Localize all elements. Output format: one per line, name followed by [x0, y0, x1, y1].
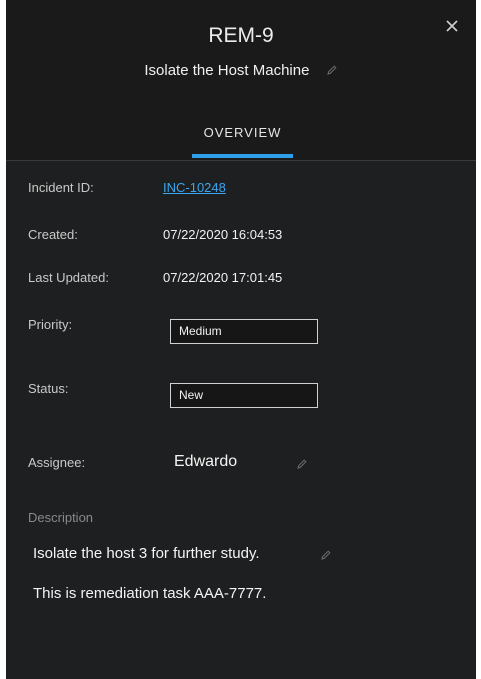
tab-overview[interactable]: OVERVIEW: [192, 125, 293, 140]
task-id-heading: REM-9: [208, 24, 274, 47]
task-title: Isolate the Host Machine: [144, 62, 310, 79]
status-label: Status:: [28, 381, 69, 396]
incident-id-label: Incident ID:: [28, 180, 94, 195]
incident-id-link[interactable]: INC-10248: [163, 180, 226, 195]
assignee-label: Assignee:: [28, 455, 86, 470]
close-button[interactable]: [442, 16, 462, 36]
task-title-row: Isolate the Host Machine: [6, 62, 476, 80]
created-value: 07/22/2020 16:04:53: [163, 227, 283, 242]
created-label: Created:: [28, 227, 78, 242]
last-updated-label: Last Updated:: [28, 270, 109, 285]
edit-assignee-button[interactable]: [296, 457, 308, 475]
description-label: Description: [28, 510, 94, 525]
description-line: Isolate the host 3 for further study.: [33, 545, 260, 562]
remediation-task-panel: REM-9 Isolate the Host Machine OVERVIEW …: [0, 0, 481, 679]
header-divider: [6, 160, 476, 161]
last-updated-value: 07/22/2020 17:01:45: [163, 270, 283, 285]
pencil-icon: [326, 65, 337, 75]
close-icon: [446, 20, 458, 32]
assignee-value: Edwardo: [174, 453, 238, 470]
pencil-icon: [297, 459, 307, 469]
incident-id-value: INC-10248: [163, 180, 226, 195]
edit-title-button[interactable]: [326, 63, 338, 80]
priority-select[interactable]: Medium: [170, 319, 318, 344]
priority-label: Priority:: [28, 317, 73, 332]
status-select[interactable]: New: [170, 383, 318, 408]
pencil-icon: [321, 550, 331, 560]
edit-description-button[interactable]: [320, 548, 332, 566]
active-tab-indicator: [192, 154, 293, 158]
description-line: This is remediation task AAA-7777.: [33, 585, 267, 602]
